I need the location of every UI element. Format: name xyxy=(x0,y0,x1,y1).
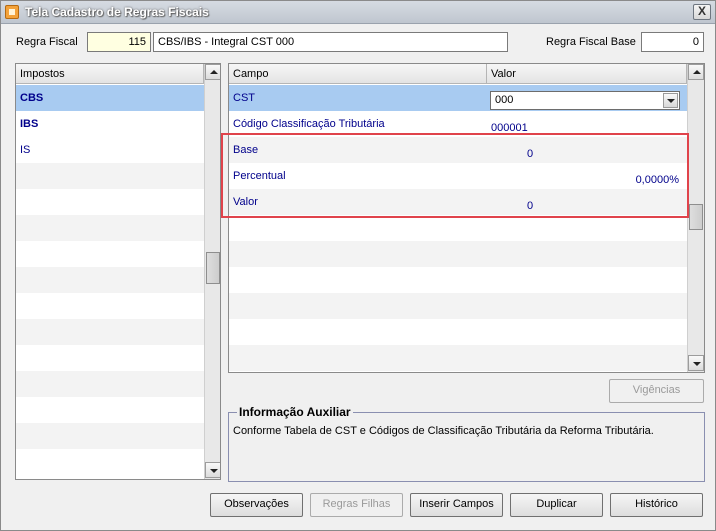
scroll-up-button[interactable] xyxy=(205,64,220,80)
campo-row-valor[interactable]: Valor xyxy=(229,189,487,215)
regra-fiscal-label: Regra Fiscal xyxy=(16,36,78,48)
campos-grid: Campo Valor CST 000 Código Classificação… xyxy=(228,63,705,373)
empty-row xyxy=(16,163,204,189)
empty-row xyxy=(229,319,687,345)
duplicar-button[interactable]: Duplicar xyxy=(510,493,603,517)
arrow-down-icon xyxy=(693,362,701,366)
regra-fiscal-description-input[interactable]: CBS/IBS - Integral CST 000 xyxy=(153,32,508,52)
scroll-thumb[interactable] xyxy=(206,252,220,284)
observacoes-button[interactable]: Observações xyxy=(210,493,303,517)
empty-row xyxy=(16,293,204,319)
empty-row xyxy=(16,241,204,267)
impostos-header[interactable]: Impostos xyxy=(16,64,204,84)
scroll-down-button[interactable] xyxy=(205,462,220,478)
empty-row xyxy=(16,423,204,449)
imposto-row-is[interactable]: IS xyxy=(16,137,204,163)
arrow-up-icon xyxy=(210,70,218,74)
empty-row xyxy=(16,449,204,475)
campo-row-codigo-classificacao[interactable]: Código Classificação Tributária xyxy=(229,111,487,137)
imposto-row-ibs[interactable]: IBS xyxy=(16,111,204,137)
title-bar: Tela Cadastro de Regras Fiscais X xyxy=(1,1,715,24)
info-auxiliar-text: Conforme Tabela de CST e Códigos de Clas… xyxy=(233,425,654,437)
cst-select-value: 000 xyxy=(495,94,514,106)
campo-row-cst[interactable]: CST xyxy=(229,85,487,111)
historico-button[interactable]: Histórico xyxy=(610,493,703,517)
empty-row xyxy=(229,267,687,293)
inserir-campos-button[interactable]: Inserir Campos xyxy=(410,493,503,517)
arrow-up-icon xyxy=(693,70,701,74)
empty-row xyxy=(229,345,687,371)
campo-header[interactable]: Campo xyxy=(229,64,487,84)
empty-row xyxy=(16,345,204,371)
empty-row xyxy=(16,215,204,241)
scroll-up-button[interactable] xyxy=(688,64,704,80)
impostos-scrollbar[interactable] xyxy=(204,64,220,479)
info-auxiliar-title: Informação Auxiliar xyxy=(237,405,353,419)
regra-fiscal-base-label: Regra Fiscal Base xyxy=(546,36,636,48)
valor-header[interactable]: Valor xyxy=(487,64,687,84)
regra-fiscal-base-input[interactable]: 0 xyxy=(641,32,704,52)
window-title: Tela Cadastro de Regras Fiscais xyxy=(25,5,209,19)
impostos-grid: Impostos CBS IBS IS xyxy=(15,63,221,480)
cst-select[interactable]: 000 xyxy=(490,91,680,110)
empty-row xyxy=(229,241,687,267)
close-button[interactable]: X xyxy=(693,4,711,20)
scroll-thumb[interactable] xyxy=(689,204,703,230)
empty-row xyxy=(16,267,204,293)
main-window: Tela Cadastro de Regras Fiscais X Regra … xyxy=(0,0,716,531)
scroll-down-button[interactable] xyxy=(688,355,704,371)
valor-cell-base[interactable]: 0 xyxy=(523,141,543,167)
imposto-row-cbs[interactable]: CBS xyxy=(16,85,204,111)
empty-row xyxy=(229,215,687,241)
dropdown-button[interactable] xyxy=(663,93,678,108)
campo-row-base[interactable]: Base xyxy=(229,137,487,163)
info-auxiliar-group: Informação Auxiliar Conforme Tabela de C… xyxy=(228,405,705,482)
regra-fiscal-code-input[interactable]: 115 xyxy=(87,32,151,52)
campo-row-percentual[interactable]: Percentual xyxy=(229,163,487,189)
arrow-down-icon xyxy=(210,469,218,473)
regras-filhas-button[interactable]: Regras Filhas xyxy=(310,493,403,517)
chevron-down-icon xyxy=(667,99,675,103)
vigencias-button[interactable]: Vigências xyxy=(609,379,704,403)
app-icon xyxy=(5,5,19,19)
empty-row xyxy=(229,293,687,319)
campos-scrollbar[interactable] xyxy=(687,64,704,372)
empty-row xyxy=(16,189,204,215)
empty-row xyxy=(16,319,204,345)
empty-row xyxy=(16,397,204,423)
empty-row xyxy=(16,371,204,397)
